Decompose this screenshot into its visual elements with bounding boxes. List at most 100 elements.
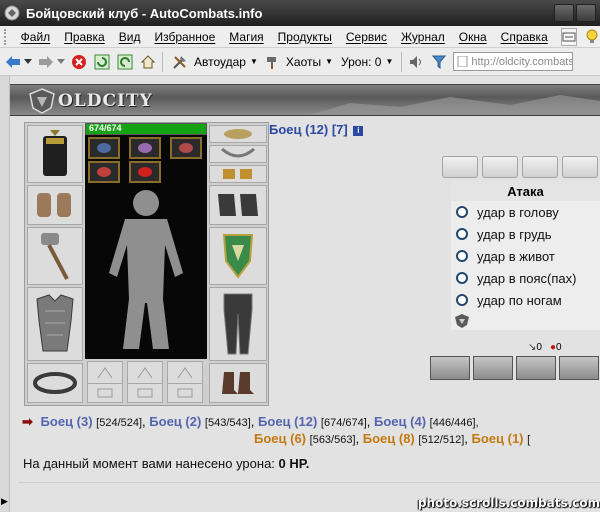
gloves-slot[interactable] xyxy=(209,185,267,225)
radio-button[interactable] xyxy=(456,228,468,240)
attack-option-stomach[interactable]: удар в живот xyxy=(451,245,600,267)
autoudar-dropdown[interactable]: Автоудар ▼ xyxy=(190,55,262,69)
radio-button[interactable] xyxy=(456,206,468,218)
empty-slot-1[interactable] xyxy=(87,361,123,385)
menu-journal[interactable]: Журнал xyxy=(394,30,452,44)
weapon-slot[interactable] xyxy=(27,227,83,285)
shield-emblem-icon[interactable] xyxy=(454,313,470,329)
page-content: OLDCITY 674/674 Боец (12) [7] i Атака уд… xyxy=(10,76,600,512)
menu-magic[interactable]: Магия xyxy=(222,30,270,44)
scroll-tab-2[interactable] xyxy=(482,156,518,178)
fighter-link[interactable]: Боец (8) xyxy=(363,431,415,446)
left-side-panel: ▶ xyxy=(0,76,10,512)
filter-icon[interactable] xyxy=(429,52,449,72)
hammer-icon[interactable] xyxy=(262,52,282,72)
scroll-tab-3[interactable] xyxy=(522,156,558,178)
site-logo[interactable]: OLDCITY xyxy=(28,88,153,114)
boots-small-slot[interactable] xyxy=(209,165,267,183)
minimize-button[interactable] xyxy=(554,4,574,22)
damage-dropdown[interactable]: Урон: 0 ▼ xyxy=(337,55,397,69)
stop-icon[interactable] xyxy=(69,52,89,72)
fighters-row-blue: ➡ Боец (3) [524/524], Боец (2) [543/543]… xyxy=(22,414,479,429)
info-icon[interactable]: i xyxy=(353,126,364,136)
fighter-link[interactable]: Боец (1) xyxy=(472,431,524,446)
menu-edit[interactable]: Правка xyxy=(57,30,112,44)
forward-dropdown-icon[interactable] xyxy=(56,52,66,72)
browser-window: Бойцовский клуб - AutoCombats.info Файл … xyxy=(0,0,600,512)
fighter-link[interactable]: Боец (6) xyxy=(254,431,306,446)
watermark: photo.scrolls.combats.com xyxy=(417,496,600,510)
amulet-icon xyxy=(221,147,255,158)
helmet-slot[interactable] xyxy=(27,125,83,183)
menu-service[interactable]: Сервис xyxy=(339,30,394,44)
shield-slot[interactable] xyxy=(209,227,267,285)
home-icon[interactable] xyxy=(138,52,158,72)
forward-arrow-icon[interactable] xyxy=(36,52,56,72)
haoty-dropdown[interactable]: Хаоты ▼ xyxy=(282,55,337,69)
earring-slot[interactable] xyxy=(209,125,267,143)
fighter-hp: [446/446], xyxy=(429,417,479,429)
tools-icon[interactable] xyxy=(170,52,190,72)
menu-windows[interactable]: Окна xyxy=(452,30,494,44)
helmet-icon xyxy=(43,130,67,176)
radio-button[interactable] xyxy=(456,294,468,306)
back-arrow-icon[interactable] xyxy=(3,52,23,72)
belt-slot[interactable] xyxy=(27,363,83,403)
menu-favorites[interactable]: Избранное xyxy=(147,30,222,44)
maximize-button[interactable] xyxy=(576,4,596,22)
attack-option-groin[interactable]: удар в пояс(пах) xyxy=(451,267,600,289)
attack-option-label: удар в пояс(пах) xyxy=(477,270,577,286)
attack-option-legs[interactable]: удар по ногам xyxy=(451,289,600,311)
radio-button[interactable] xyxy=(456,272,468,284)
autoudar-label: Автоудар xyxy=(194,54,246,69)
amulet-slot[interactable] xyxy=(209,145,267,163)
menu-products[interactable]: Продукты xyxy=(271,30,339,44)
boots-slot[interactable] xyxy=(209,363,267,403)
empty-slot-4[interactable] xyxy=(87,383,123,403)
brb-icon[interactable] xyxy=(560,27,578,46)
speaker-icon[interactable] xyxy=(406,52,426,72)
attack-tabs xyxy=(442,156,600,178)
play-icon[interactable]: ▶ xyxy=(1,496,8,507)
lightbulb-icon[interactable] xyxy=(583,28,600,46)
refresh-icon[interactable] xyxy=(92,52,112,72)
leggings-slot[interactable] xyxy=(209,287,267,361)
toolbar: Автоудар ▼ Хаоты ▼ Урон: 0 ▼ http://oldc… xyxy=(0,48,600,76)
toolbar-grip[interactable] xyxy=(4,28,10,45)
skill-slot-2[interactable] xyxy=(473,356,513,380)
attack-option-label: удар в грудь xyxy=(477,226,552,242)
radio-button[interactable] xyxy=(456,250,468,262)
empty-slot-6[interactable] xyxy=(167,383,203,403)
skill-slot-4[interactable] xyxy=(559,356,599,380)
menu-view[interactable]: Вид xyxy=(112,30,148,44)
empty-slot-3[interactable] xyxy=(167,361,203,385)
menu-file[interactable]: Файл xyxy=(14,30,58,44)
fighter-link[interactable]: Боец (3) xyxy=(41,414,93,429)
fighter-link[interactable]: Боец (4) xyxy=(374,414,426,429)
fighter-link[interactable]: Боец (2) xyxy=(149,414,201,429)
fighter-name[interactable]: Боец (12) [7] i xyxy=(269,122,364,137)
fighter-hp: [512/512] xyxy=(418,434,465,446)
refresh-all-icon[interactable] xyxy=(115,52,135,72)
fighters-row-orange: Боец (6) [563/563], Боец (8) [512/512], … xyxy=(254,431,531,446)
back-dropdown-icon[interactable] xyxy=(23,52,33,72)
skill-slot-1[interactable] xyxy=(430,356,470,380)
empty-slot-5[interactable] xyxy=(127,383,163,403)
fighter-link[interactable]: Боец (12) xyxy=(258,414,317,429)
address-bar[interactable]: http://oldcity.combats.com xyxy=(453,52,574,71)
empty-slot-2[interactable] xyxy=(127,361,163,385)
attack-option-head[interactable]: удар в голову xyxy=(451,201,600,223)
skill-slot-3[interactable] xyxy=(516,356,556,380)
attack-option-chest[interactable]: удар в грудь xyxy=(451,223,600,245)
fighter-hp: [ xyxy=(527,434,531,446)
armor-slot[interactable] xyxy=(27,287,83,361)
banner-decoration xyxy=(310,95,600,115)
toolbar-separator xyxy=(401,51,403,72)
empty-slot-icon xyxy=(97,367,113,379)
scroll-tab-4[interactable] xyxy=(562,156,598,178)
scroll-tab-1[interactable] xyxy=(442,156,478,178)
menu-help[interactable]: Справка xyxy=(494,30,555,44)
divider xyxy=(18,482,600,483)
bracers-icon xyxy=(37,193,71,217)
bracers-slot[interactable] xyxy=(27,185,83,225)
